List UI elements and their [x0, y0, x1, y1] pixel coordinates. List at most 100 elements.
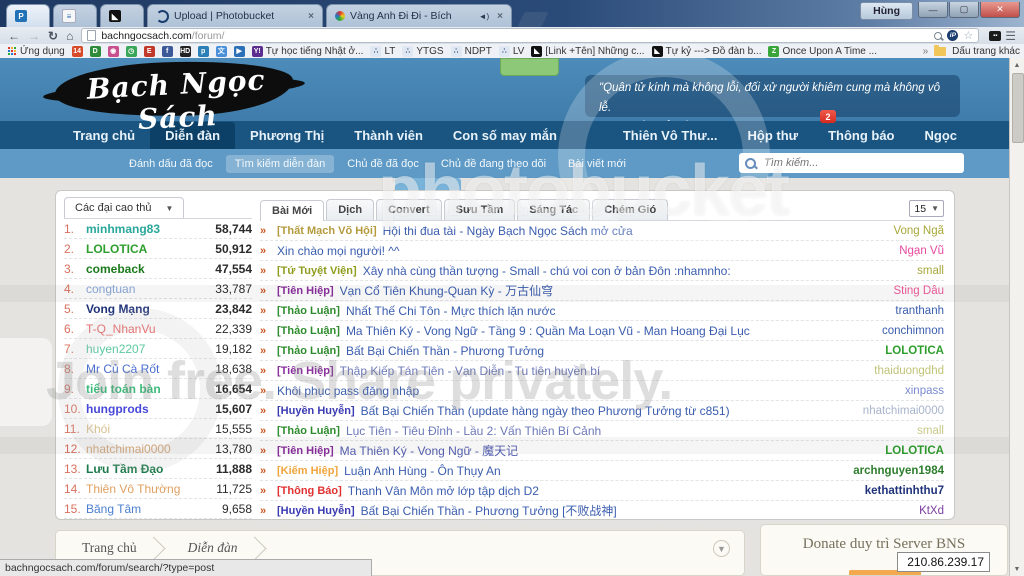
- thread-title-link[interactable]: Thập Kiếp Tán Tiên - Vạn Diễn - Tu tiên …: [340, 364, 601, 378]
- chrome-profile-button[interactable]: Hùng: [860, 2, 913, 20]
- thread-title-link[interactable]: Xây nhà cùng thần tượng - Small - chú vo…: [363, 264, 731, 278]
- goto-last-post-icon[interactable]: »: [260, 265, 277, 277]
- goto-last-post-icon[interactable]: »: [260, 345, 277, 357]
- window-close-button[interactable]: ✕: [980, 2, 1020, 18]
- ip-extension-icon[interactable]: iP: [947, 30, 958, 41]
- thread-author-link[interactable]: Sting Dâu: [883, 285, 944, 297]
- leaderboard-tab[interactable]: Các đại cao thủ ▼: [64, 197, 184, 218]
- goto-last-post-icon[interactable]: »: [260, 405, 277, 417]
- bookmark-item[interactable]: ZOnce Upon A Time ...: [768, 46, 877, 57]
- goto-last-post-icon[interactable]: »: [260, 445, 277, 457]
- chat-tab-fragment[interactable]: [500, 58, 559, 76]
- goto-last-post-icon[interactable]: »: [260, 425, 277, 437]
- leaderboard-user-link[interactable]: Khói: [86, 422, 110, 436]
- nav-item-ngoc[interactable]: Ngọc: [910, 122, 973, 149]
- leaderboard-user-link[interactable]: T-Q_NhanVu: [86, 322, 156, 336]
- other-bookmarks-label[interactable]: Dấu trang khác: [952, 46, 1020, 57]
- extension-icon[interactable]: ▪▪: [989, 31, 1001, 41]
- subnav-new-posts[interactable]: Bài viết mới: [559, 155, 635, 173]
- bookmark-item[interactable]: ∴LT: [370, 46, 395, 57]
- thread-title-link[interactable]: Nhất Thế Chi Tôn - Mực thích lặn nước: [346, 304, 556, 318]
- per-page-select[interactable]: 15 ▼: [909, 200, 944, 217]
- leaderboard-user-link[interactable]: Vong Mạng: [86, 302, 150, 316]
- tab-collected[interactable]: Sưu Tầm: [444, 199, 516, 220]
- chrome-menu-icon[interactable]: ☰: [1005, 29, 1016, 43]
- forward-button[interactable]: →: [28, 29, 40, 43]
- bookmark-item[interactable]: 文: [216, 46, 227, 57]
- bookmark-item[interactable]: Y!Tự học tiếng Nhật ở...: [252, 46, 364, 57]
- tab-convert[interactable]: Convert: [376, 199, 442, 220]
- thread-title-link[interactable]: Bất Bại Chiến Thần - Phương Tưởng [不败战神]: [361, 502, 617, 519]
- thread-author-link[interactable]: small: [907, 425, 944, 437]
- bookmark-item[interactable]: f: [162, 46, 173, 57]
- subnav-mark-read[interactable]: Đánh dấu đã đọc: [120, 155, 222, 173]
- goto-last-post-icon[interactable]: »: [260, 305, 277, 317]
- thread-author-link[interactable]: kethattinhthu7: [855, 485, 944, 497]
- tab-new-posts[interactable]: Bài Mới: [260, 200, 324, 221]
- tab-chitchat[interactable]: Chém Gió: [592, 199, 668, 220]
- goto-last-post-icon[interactable]: »: [260, 465, 277, 477]
- thread-prefix[interactable]: [Tiên Hiệp]: [277, 365, 334, 377]
- scroll-up-arrow[interactable]: ▲: [1010, 58, 1024, 72]
- thread-prefix[interactable]: [Tứ Tuyệt Viện]: [277, 265, 357, 277]
- pinned-tab-document[interactable]: ≡: [53, 4, 97, 27]
- bookmark-item[interactable]: p: [198, 46, 209, 57]
- goto-last-post-icon[interactable]: »: [260, 505, 277, 517]
- goto-last-post-icon[interactable]: »: [260, 385, 277, 397]
- home-button[interactable]: ⌂: [66, 29, 73, 43]
- bookmark-item[interactable]: ∴LV: [499, 46, 525, 57]
- bookmark-item[interactable]: ∴NDPT: [451, 46, 492, 57]
- thread-author-link[interactable]: small: [907, 265, 944, 277]
- thread-prefix[interactable]: [Thảo Luận]: [277, 345, 340, 357]
- tab-original[interactable]: Sáng Tác: [517, 199, 590, 220]
- leaderboard-user-link[interactable]: tiểu toán bàn: [86, 382, 161, 396]
- pinned-tab-photobucket[interactable]: P: [6, 4, 50, 27]
- site-search-box[interactable]: [739, 153, 964, 173]
- search-input[interactable]: [762, 156, 936, 170]
- thread-author-link[interactable]: thaiduongdhd: [864, 365, 944, 377]
- goto-last-post-icon[interactable]: »: [260, 225, 277, 237]
- leaderboard-user-link[interactable]: Băng Tâm: [86, 502, 141, 516]
- thread-prefix[interactable]: [Huyền Huyễn]: [277, 505, 355, 517]
- goto-last-post-icon[interactable]: »: [260, 245, 277, 257]
- leaderboard-user-link[interactable]: hungprods: [86, 402, 149, 416]
- thread-prefix[interactable]: [Thảo Luận]: [277, 425, 340, 437]
- thread-title-link[interactable]: Lục Tiên - Tiêu Đỉnh - Lầu 2: Vấn Thiên …: [346, 424, 601, 438]
- leaderboard-user-link[interactable]: huyen2207: [86, 342, 145, 356]
- window-maximize-button[interactable]: ▢: [949, 2, 979, 18]
- thread-prefix[interactable]: [Tiên Hiệp]: [277, 445, 334, 457]
- new-tab-button[interactable]: [518, 12, 549, 27]
- nav-item-username[interactable]: Thiên Vô Thư...: [608, 122, 733, 149]
- nav-item-members[interactable]: Thành viên: [339, 122, 438, 149]
- leaderboard-user-link[interactable]: LOLOTICA: [86, 242, 147, 256]
- goto-last-post-icon[interactable]: »: [260, 325, 277, 337]
- thread-author-link[interactable]: nhatchimai0000: [853, 405, 944, 417]
- thread-prefix[interactable]: [Thảo Luận]: [277, 325, 340, 337]
- tab-music[interactable]: Vàng Anh Đi Đi - Bích ◄) ×: [326, 4, 512, 27]
- subnav-search-forum[interactable]: Tìm kiếm diễn đàn: [226, 155, 334, 173]
- leaderboard-user-link[interactable]: Mr Củ Cà Rốt: [86, 362, 159, 376]
- goto-last-post-icon[interactable]: »: [260, 485, 277, 497]
- thread-author-link[interactable]: LOLOTICA: [875, 345, 944, 357]
- bookmark-item[interactable]: 14: [72, 46, 83, 57]
- tab-upload-photobucket[interactable]: Upload | Photobucket ×: [147, 4, 323, 27]
- thread-author-link[interactable]: KtXd: [909, 505, 944, 517]
- thread-prefix[interactable]: [Tiên Hiệp]: [277, 285, 334, 297]
- bookmark-star-icon[interactable]: ☆: [963, 29, 973, 42]
- thread-title-link[interactable]: Bất Bại Chiến Thần (update hàng ngày the…: [361, 404, 730, 418]
- audio-playing-icon[interactable]: ◄): [479, 12, 490, 21]
- back-button[interactable]: ←: [8, 29, 20, 43]
- thread-title-link[interactable]: Luận Anh Hùng - Ôn Thụy An: [344, 464, 501, 478]
- window-minimize-button[interactable]: —: [918, 2, 948, 18]
- subnav-read-topics[interactable]: Chủ đề đã đọc: [338, 155, 428, 173]
- thread-title-link[interactable]: Hội thi đua tài - Ngày Bạch Ngọc Sách mở…: [383, 224, 633, 238]
- inbox-notification-badge[interactable]: 2: [820, 110, 836, 123]
- leaderboard-user-link[interactable]: minhmang83: [86, 222, 160, 236]
- thread-prefix[interactable]: [Thất Mạch Võ Hội]: [277, 225, 377, 237]
- bookmark-item[interactable]: ◷: [126, 46, 137, 57]
- collapse-button[interactable]: ▼: [713, 540, 730, 557]
- tab-close-icon[interactable]: ×: [308, 11, 314, 22]
- bookmark-item[interactable]: ▶: [234, 46, 245, 57]
- thread-prefix[interactable]: [Huyền Huyễn]: [277, 405, 355, 417]
- thread-author-link[interactable]: archnguyen1984: [843, 465, 944, 477]
